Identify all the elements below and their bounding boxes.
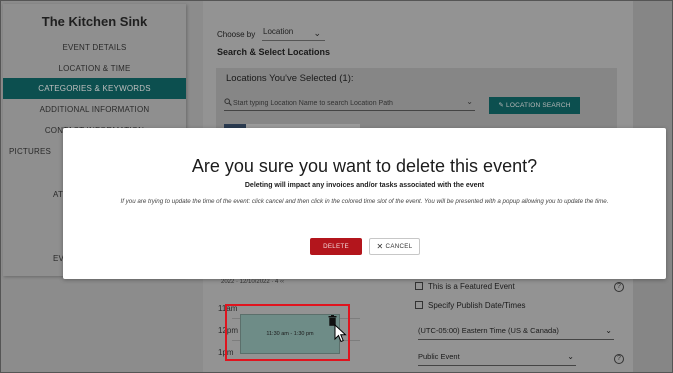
delete-button[interactable]: DELETE xyxy=(310,238,362,255)
close-icon: ✕ xyxy=(376,242,384,251)
cancel-button-label: CANCEL xyxy=(385,243,413,250)
modal-info-text: If you are trying to update the time of … xyxy=(120,198,609,205)
delete-confirm-modal: Are you sure you want to delete this eve… xyxy=(63,128,666,279)
modal-title: Are you sure you want to delete this eve… xyxy=(191,156,538,176)
modal-subtitle: Deleting will impact any invoices and/or… xyxy=(244,182,485,189)
cancel-button[interactable]: ✕ CANCEL xyxy=(369,238,420,255)
